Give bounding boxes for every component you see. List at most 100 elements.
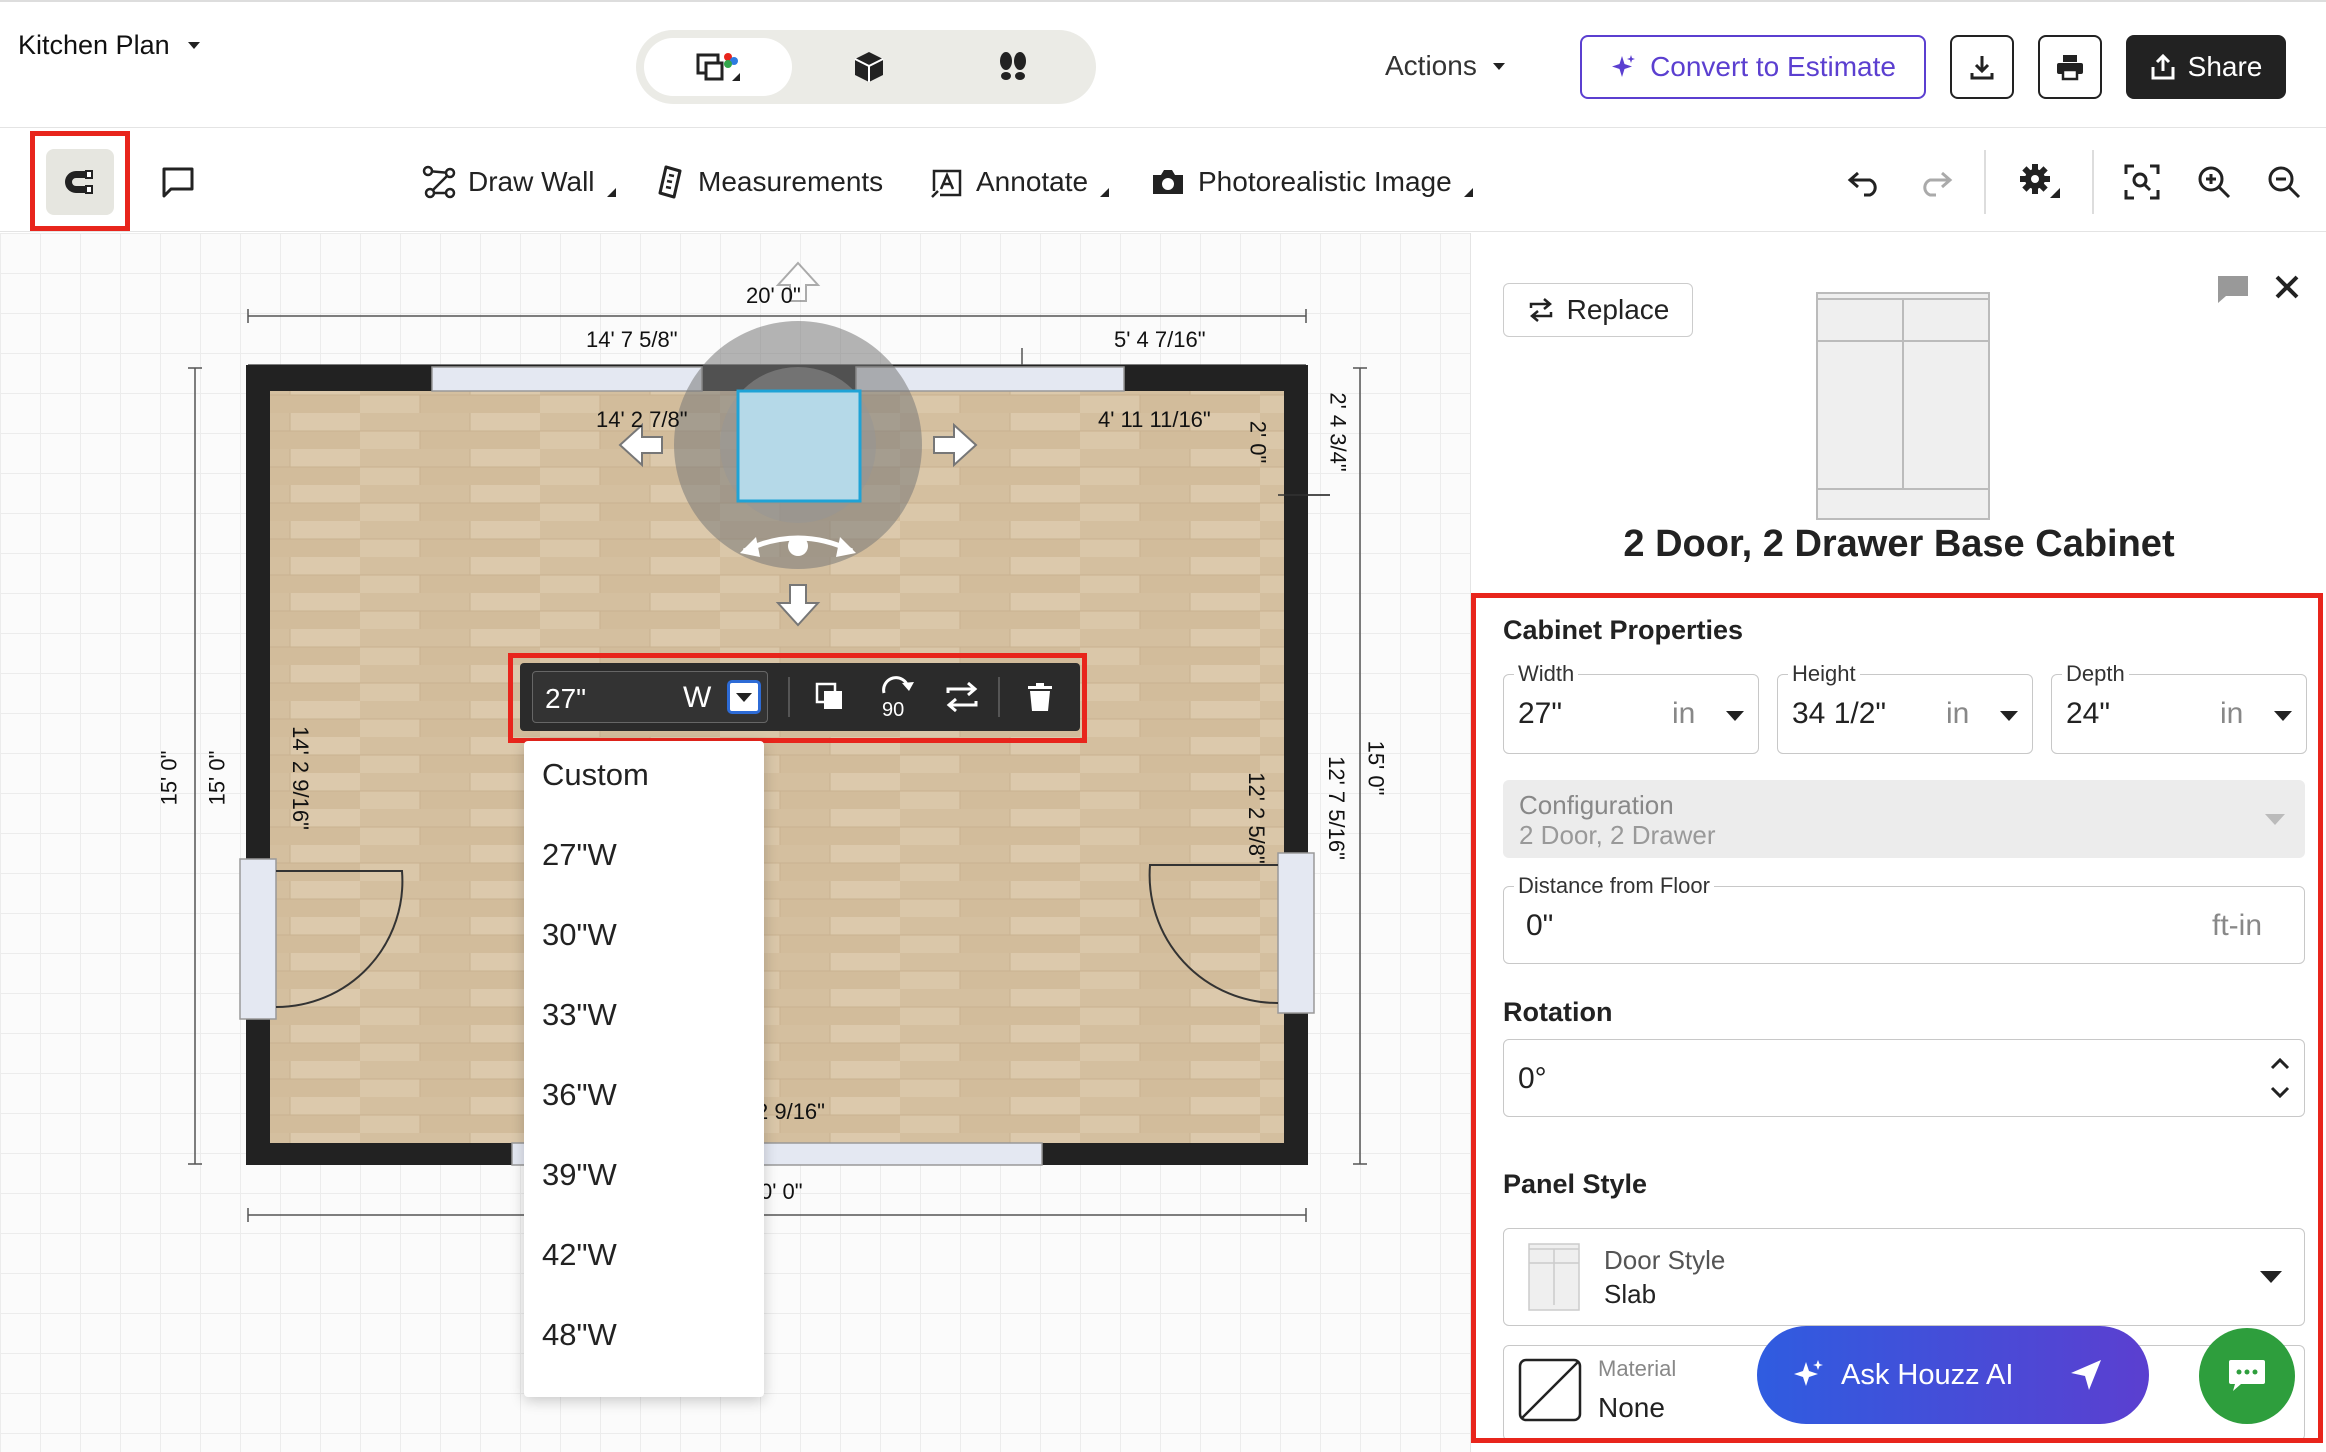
snap-magnet-button[interactable] (46, 149, 114, 215)
door-style-label: Door Style (1604, 1245, 1726, 1275)
ask-houzz-ai-label: Ask Houzz AI (1841, 1358, 2014, 1391)
plan-title-menu[interactable]: Kitchen Plan (18, 30, 200, 61)
close-panel-button[interactable] (2267, 267, 2307, 307)
dimension-right-small-b: 2' 4 3/4" (1325, 392, 1351, 472)
replace-button[interactable]: Replace (1503, 283, 1693, 337)
draw-wall-tool[interactable]: Draw Wall (422, 158, 616, 206)
plan-title: Kitchen Plan (18, 30, 170, 60)
toolbar-divider (788, 677, 790, 717)
depth-field-label: Depth (2062, 661, 2129, 687)
ask-houzz-ai-button[interactable]: Ask Houzz AI (1757, 1326, 2149, 1424)
comment-button[interactable] (156, 160, 200, 204)
undo-button[interactable] (1842, 160, 1886, 204)
distance-from-floor-value: 0" (1526, 909, 1554, 942)
rotate-90-button[interactable]: 90 (874, 671, 918, 723)
download-button[interactable] (1950, 35, 2014, 99)
floor-plan-canvas[interactable]: 20' 0" 14' 7 5/8" 5' 4 7/16" 14' 2 7/8" … (0, 233, 1470, 1452)
width-dropdown-toggle[interactable] (727, 680, 761, 714)
zoom-in-button[interactable] (2192, 160, 2236, 204)
redo-button[interactable] (1914, 160, 1958, 204)
footsteps-icon (1000, 52, 1026, 80)
chat-bubble-icon (2229, 1360, 2265, 1391)
height-field[interactable]: Height 34 1/2" in (1777, 661, 2033, 754)
close-icon (2275, 275, 2299, 299)
width-option[interactable]: 36"W (542, 1077, 617, 1113)
width-field[interactable]: Width 27" in (1503, 661, 1759, 754)
toolbar-divider (1984, 150, 1986, 214)
distance-from-floor-label: Distance from Floor (1514, 873, 1714, 899)
replace-swap-icon (1529, 298, 1552, 322)
draw-wall-icon (422, 165, 456, 199)
zoom-in-icon (2198, 166, 2231, 199)
width-option[interactable]: 27"W (542, 837, 617, 873)
object-floating-toolbar: 27" W 90 (520, 663, 1080, 731)
width-select-suffix: W (683, 681, 712, 714)
configuration-label: Configuration (1519, 790, 1674, 820)
rotation-stepper[interactable]: 0° (1503, 1039, 2305, 1117)
gear-icon (2020, 164, 2060, 198)
measurements-tool[interactable]: Measurements (656, 158, 883, 206)
actions-menu[interactable]: Actions (1385, 50, 1505, 82)
width-option[interactable]: 48"W (542, 1317, 617, 1353)
width-unit-select[interactable]: in (1672, 697, 1695, 731)
depth-unit-select[interactable]: in (2220, 697, 2243, 731)
duplicate-icon (815, 682, 842, 709)
dimension-left-inner: 15' 0" (204, 750, 230, 806)
stepper-arrows-icon[interactable] (2268, 1054, 2292, 1104)
width-option-custom[interactable]: Custom (542, 757, 649, 793)
zoom-fit-button[interactable] (2120, 160, 2164, 204)
view-walkthrough-button[interactable] (948, 38, 1078, 96)
actions-label: Actions (1385, 50, 1477, 81)
dimension-bottom-partial: 2 9/16" (756, 1099, 825, 1124)
dimension-bottom-total: 0' 0" (760, 1179, 803, 1204)
dimension-right-inner: 12' 2 5/8" (1243, 772, 1269, 864)
view-2d-button[interactable] (644, 38, 792, 96)
rotate-handle (788, 536, 808, 556)
convert-to-estimate-button[interactable]: Convert to Estimate (1580, 35, 1926, 99)
settings-button[interactable] (2010, 156, 2070, 208)
width-option[interactable]: 30"W (542, 917, 617, 953)
submenu-corner-icon (1463, 187, 1473, 197)
flip-button[interactable] (940, 677, 984, 717)
dimension-right-small-a: 2' 0" (1245, 420, 1271, 464)
configuration-select: Configuration 2 Door, 2 Drawer (1503, 780, 2305, 858)
dimension-inner-left: 14' 2 7/8" (596, 407, 688, 432)
door-right-frame (1277, 852, 1315, 1014)
cabinet-thumbnail-image (1816, 292, 1990, 520)
photorealistic-image-tool[interactable]: Photorealistic Image (1150, 158, 1473, 206)
share-button[interactable]: Share (2126, 35, 2286, 99)
comment-icon-button[interactable] (2213, 269, 2253, 309)
width-option[interactable]: 39"W (542, 1157, 617, 1193)
width-select[interactable]: 27" W (532, 671, 768, 723)
print-button[interactable] (2038, 35, 2102, 99)
delete-button[interactable] (1020, 677, 1060, 717)
3d-cube-icon (854, 52, 884, 82)
camera-icon (1153, 170, 1183, 194)
duplicate-button[interactable] (810, 677, 850, 717)
configuration-value: 2 Door, 2 Drawer (1519, 820, 1716, 850)
section-title-cabinet-properties: Cabinet Properties (1503, 615, 1744, 645)
undo-icon (1847, 171, 1877, 197)
distance-from-floor-field[interactable]: Distance from Floor 0" ft-in (1503, 873, 2305, 964)
width-option[interactable]: 42"W (542, 1237, 617, 1273)
annotate-tool[interactable]: Annotate (930, 158, 1110, 206)
chevron-down-icon (2260, 1271, 2282, 1283)
chat-support-button[interactable] (2199, 1328, 2295, 1424)
zoom-out-button[interactable] (2262, 160, 2306, 204)
chevron-down-icon (2265, 814, 2285, 825)
chevron-down-icon (187, 42, 200, 49)
rotate-90-label: 90 (882, 699, 905, 721)
dimension-right-mid: 12' 7 5/16" (1323, 756, 1349, 860)
view-3d-button[interactable] (804, 38, 934, 96)
door-style-thumbnail (1528, 1243, 1580, 1311)
height-unit-select[interactable]: in (1946, 697, 1969, 731)
width-option[interactable]: 33"W (542, 997, 617, 1033)
comment-icon (162, 167, 194, 198)
depth-field[interactable]: Depth 24" in (2051, 661, 2307, 754)
annotate-label: Annotate (976, 166, 1089, 197)
ruler-icon (658, 165, 682, 199)
door-style-select[interactable]: Door Style Slab (1503, 1228, 2305, 1326)
annotate-icon (931, 169, 962, 198)
section-title-panel-style: Panel Style (1503, 1169, 1648, 1199)
width-dropdown-menu: Custom 27"W 30"W 33"W 36"W 39"W 42"W 48"… (524, 741, 764, 1397)
